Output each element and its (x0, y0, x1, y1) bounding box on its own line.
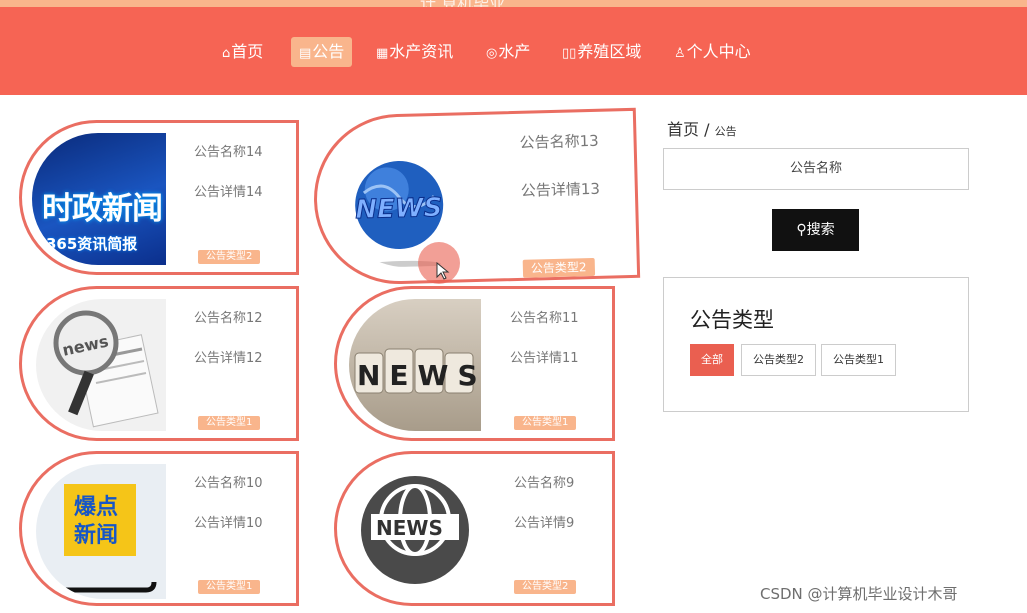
announcement-card[interactable]: NEWS 公告名称11 公告详情11 公告类型1 (334, 286, 615, 441)
breadcrumb-home[interactable]: 首页 (667, 120, 699, 139)
thumb-text: NEWS (376, 516, 443, 540)
nav-label: 首页 (231, 42, 264, 61)
nav-announcement[interactable]: ▤公告 (291, 37, 353, 67)
card-type-tag: 公告类型2 (522, 257, 595, 278)
grid-icon: ▦ (376, 46, 389, 61)
card-type-tag: 公告类型1 (198, 580, 261, 594)
search-button[interactable]: ⚲搜索 (772, 209, 859, 251)
columns-icon: ▯▯ (562, 46, 577, 61)
card-detail: 公告详情12 (194, 351, 263, 366)
search-button-label: 搜索 (806, 222, 835, 238)
search-input[interactable]: 公告名称 (663, 148, 969, 190)
announcement-card[interactable]: NEWS 公告名称9 公告详情9 公告类型2 (334, 451, 615, 606)
nav-label: 个人中心 (686, 42, 751, 61)
card-detail: 公告详情9 (514, 516, 575, 531)
home-icon: ⌂ (222, 46, 231, 61)
card-thumbnail: 爆点 新闻 (36, 464, 166, 599)
breaking-news-icon: 爆点 新闻 (56, 484, 157, 593)
thumb-text: NEWS (355, 193, 443, 225)
user-icon: ♙ (674, 46, 686, 61)
nav-user-center[interactable]: ♙个人中心 (666, 37, 759, 67)
nav-label: 水产资讯 (389, 42, 454, 61)
card-name: 公告名称9 (514, 476, 575, 491)
top-strip: 计 算机毕业 (0, 0, 1027, 13)
thumb-subline: 新闻 (74, 522, 118, 548)
card-detail: 公告详情10 (194, 516, 263, 531)
main-nav: ⌂首页 ▤公告 ▦水产资讯 ◎水产 ▯▯养殖区域 ♙个人中心 (0, 37, 1027, 67)
thumb-headline: 爆点 (74, 494, 118, 520)
type-filter-panel: 公告类型 全部 公告类型2 公告类型1 (663, 277, 969, 412)
card-type-tag: 公告类型2 (514, 580, 577, 594)
news-cubes-icon: NEWS (354, 348, 481, 394)
breadcrumb: 首页 / 公告 (667, 116, 737, 140)
card-name: 公告名称13 (519, 131, 599, 152)
thumb-headline: 时政新闻 (42, 191, 163, 227)
thumb-text: NEWS (357, 359, 481, 392)
card-name: 公告名称14 (194, 145, 263, 160)
fish-icon: ◎ (486, 46, 498, 61)
type-filter-all[interactable]: 全部 (690, 344, 734, 376)
type-filter-type2[interactable]: 公告类型2 (741, 344, 816, 376)
nav-aquatic-news[interactable]: ▦水产资讯 (368, 37, 461, 67)
breadcrumb-separator: / (704, 120, 710, 139)
announcement-card[interactable]: NEWS 公告名称13 公告详情13 公告类型2 (311, 107, 641, 287)
header: ⌂首页 ▤公告 ▦水产资讯 ◎水产 ▯▯养殖区域 ♙个人中心 (0, 7, 1027, 95)
type-filter-type1[interactable]: 公告类型1 (821, 344, 896, 376)
card-detail: 公告详情13 (520, 179, 601, 200)
nav-farming-area[interactable]: ▯▯养殖区域 (554, 37, 649, 67)
type-filter-title: 公告类型 (690, 308, 774, 332)
nav-home[interactable]: ⌂首页 (214, 37, 271, 67)
breadcrumb-current: 公告 (714, 125, 737, 138)
magnifier-newspaper-icon: news (53, 310, 159, 428)
card-thumbnail: NEWS (349, 299, 481, 431)
thumb-subline: 365资讯简报 (46, 235, 138, 253)
nav-label: 养殖区域 (577, 42, 642, 61)
card-type-tag: 公告类型1 (514, 416, 577, 430)
card-name: 公告名称12 (194, 311, 263, 326)
card-type-tag: 公告类型2 (198, 250, 261, 264)
card-detail: 公告详情14 (194, 185, 263, 200)
search-icon: ⚲ (796, 222, 807, 238)
card-thumbnail: NEWS (349, 464, 481, 596)
card-type-tag: 公告类型1 (198, 416, 261, 430)
card-thumbnail: 时政新闻 365资讯简报 (32, 133, 166, 265)
watermark: CSDN @计算机毕业设计木哥 (760, 585, 958, 603)
gift-icon: ▤ (299, 46, 312, 61)
card-name: 公告名称10 (194, 476, 263, 491)
nav-label: 水产 (498, 42, 531, 61)
announcement-card[interactable]: 爆点 新闻 公告名称10 公告详情10 公告类型1 (19, 451, 299, 606)
mouse-cursor-icon (436, 262, 450, 280)
nav-label: 公告 (312, 42, 345, 61)
nav-aquatic[interactable]: ◎水产 (478, 37, 538, 67)
announcement-card[interactable]: news 公告名称12 公告详情12 公告类型1 (19, 286, 299, 441)
news-web-icon: NEWS (361, 476, 469, 584)
announcement-card[interactable]: 时政新闻 365资讯简报 公告名称14 公告详情14 公告类型2 (19, 120, 299, 275)
card-thumbnail: news (36, 299, 166, 431)
card-detail: 公告详情11 (510, 351, 579, 366)
card-name: 公告名称11 (510, 311, 579, 326)
